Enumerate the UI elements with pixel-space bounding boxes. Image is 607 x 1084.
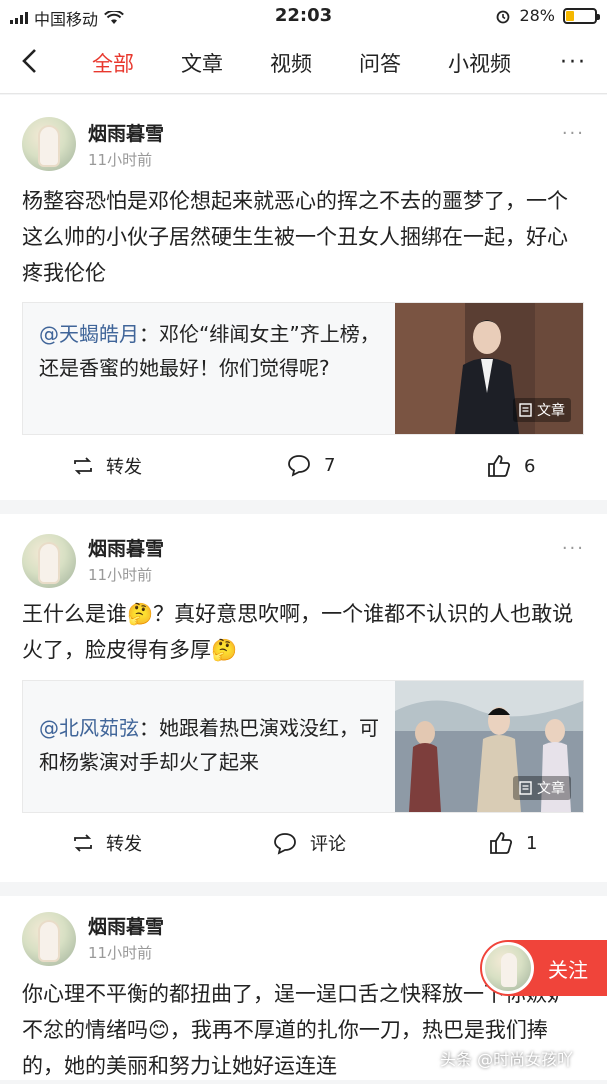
like-button[interactable]: 6 <box>486 453 535 479</box>
post-more-icon[interactable]: ··· <box>562 538 585 559</box>
document-icon <box>519 403 532 417</box>
post-actions: 转发 评论 1 <box>0 830 607 870</box>
post-card: 烟雨暮雪 11小时前 ··· 杨整容恐怕是邓伦想起来就恶心的挥之不去的噩梦了，一… <box>0 95 607 500</box>
thumbs-up-icon <box>490 832 513 854</box>
repost-icon <box>74 834 92 852</box>
article-badge: 文章 <box>513 776 571 800</box>
quoted-article[interactable]: @北风茹弦：她跟着热巴演戏没红，可和杨紫演对手却火了起来 文章 <box>22 680 584 813</box>
article-badge: 文章 <box>513 398 571 422</box>
quoted-author[interactable]: @天蝎皓月 <box>39 322 139 346</box>
username[interactable]: 烟雨暮雪 <box>88 534 164 561</box>
repost-button[interactable]: 转发 <box>72 453 142 479</box>
article-thumbnail: 文章 <box>395 681 583 812</box>
comment-icon <box>274 833 296 855</box>
tab-all[interactable]: 全部 <box>92 48 134 78</box>
tab-qa[interactable]: 问答 <box>359 48 401 78</box>
separator <box>0 882 607 896</box>
tab-videos[interactable]: 视频 <box>270 48 312 78</box>
thumbs-up-icon <box>488 455 511 477</box>
post-actions: 转发 7 6 <box>0 453 607 493</box>
repost-icon <box>74 457 92 475</box>
like-button[interactable]: 1 <box>488 830 537 856</box>
back-arrow-icon[interactable] <box>16 46 46 76</box>
post-text: 杨整容恐怕是邓伦想起来就恶心的挥之不去的噩梦了，一个这么帅的小伙子居然硬生生被一… <box>22 189 568 285</box>
article-thumbnail: 文章 <box>395 303 583 434</box>
avatar[interactable] <box>22 912 76 966</box>
username[interactable]: 烟雨暮雪 <box>88 119 164 146</box>
top-nav: 全部 文章 视频 问答 小视频 ··· <box>0 32 607 94</box>
status-bar: 中国移动 22:03 28% <box>0 0 607 32</box>
quoted-text: @北风茹弦：她跟着热巴演戏没红，可和杨紫演对手却火了起来 <box>39 716 379 774</box>
post-card: 烟雨暮雪 11小时前 ··· 王什么是谁🤔？真好意思吹啊，一个谁都不认识的人也敢… <box>0 514 607 882</box>
avatar[interactable] <box>22 117 76 171</box>
post-time: 11小时前 <box>88 566 153 584</box>
follow-label: 关注 <box>548 958 588 982</box>
username[interactable]: 烟雨暮雪 <box>88 912 164 939</box>
tab-articles[interactable]: 文章 <box>181 48 223 78</box>
post-text: 王什么是谁🤔？真好意思吹啊，一个谁都不认识的人也敢说火了，脸皮得有多厚🤔 <box>22 602 574 662</box>
avatar[interactable] <box>22 534 76 588</box>
post-more-icon[interactable]: ··· <box>562 123 585 144</box>
quoted-text: @天蝎皓月：邓伦“绯闻女主”齐上榜，还是香蜜的她最好！你们觉得呢? <box>39 322 380 380</box>
more-icon[interactable]: ··· <box>560 50 587 75</box>
comment-button[interactable]: 评论 <box>272 830 346 856</box>
follow-button[interactable]: 关注 <box>480 940 607 996</box>
comment-button[interactable]: 7 <box>286 453 335 477</box>
tab-short-videos[interactable]: 小视频 <box>448 48 511 78</box>
repost-button[interactable]: 转发 <box>72 830 142 856</box>
post-time: 11小时前 <box>88 944 153 962</box>
separator <box>0 500 607 514</box>
avatar <box>482 942 534 994</box>
quoted-author[interactable]: @北风茹弦 <box>39 716 139 740</box>
watermark: 头条 @时尚女孩吖 <box>440 1050 574 1069</box>
comment-icon <box>288 455 310 477</box>
document-icon <box>519 781 532 795</box>
post-time: 11小时前 <box>88 151 153 169</box>
battery-percent: 28% <box>519 6 555 25</box>
battery-icon <box>563 7 600 24</box>
quoted-article[interactable]: @天蝎皓月：邓伦“绯闻女主”齐上榜，还是香蜜的她最好！你们觉得呢? 文章 <box>22 302 584 435</box>
alarm-icon <box>497 10 510 23</box>
